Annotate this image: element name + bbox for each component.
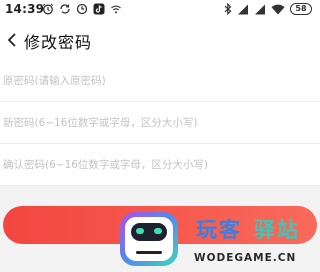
- new-password-input[interactable]: [0, 102, 320, 144]
- wifi-bars-icon: [110, 0, 122, 19]
- old-password-input[interactable]: [0, 60, 320, 102]
- confirm-password-input[interactable]: [0, 144, 320, 186]
- battery-icon: 58: [290, 3, 312, 15]
- signal-icon: [237, 0, 249, 19]
- header: 修改密码: [0, 20, 320, 60]
- old-password-row: [0, 60, 320, 102]
- robot-logo-icon: [114, 208, 184, 268]
- alarm-icon: [42, 0, 54, 19]
- watermark: 玩客 驿站 WODEGAME.CN: [114, 208, 320, 272]
- bluetooth-icon: [224, 0, 232, 19]
- sync-icon: [59, 0, 71, 19]
- new-password-row: [0, 102, 320, 144]
- confirm-password-row: [0, 144, 320, 186]
- tiktok-icon: [93, 0, 105, 19]
- page-title: 修改密码: [24, 33, 93, 52]
- chevron-left-icon[interactable]: [2, 28, 22, 52]
- status-bar: 14:39 58: [0, 0, 320, 20]
- status-time: 14:39: [5, 2, 45, 16]
- watermark-brand-part2: 驿站: [254, 218, 300, 242]
- clock-icon: [76, 0, 88, 19]
- watermark-brand-part1: 玩客: [196, 218, 242, 242]
- signal-icon: [254, 0, 266, 19]
- change-password-form: [0, 60, 320, 186]
- watermark-domain: WODEGAME.CN: [194, 252, 297, 264]
- wifi-icon: [271, 0, 285, 19]
- status-left-icons: [42, 2, 122, 16]
- status-right-icons: 58: [224, 2, 312, 16]
